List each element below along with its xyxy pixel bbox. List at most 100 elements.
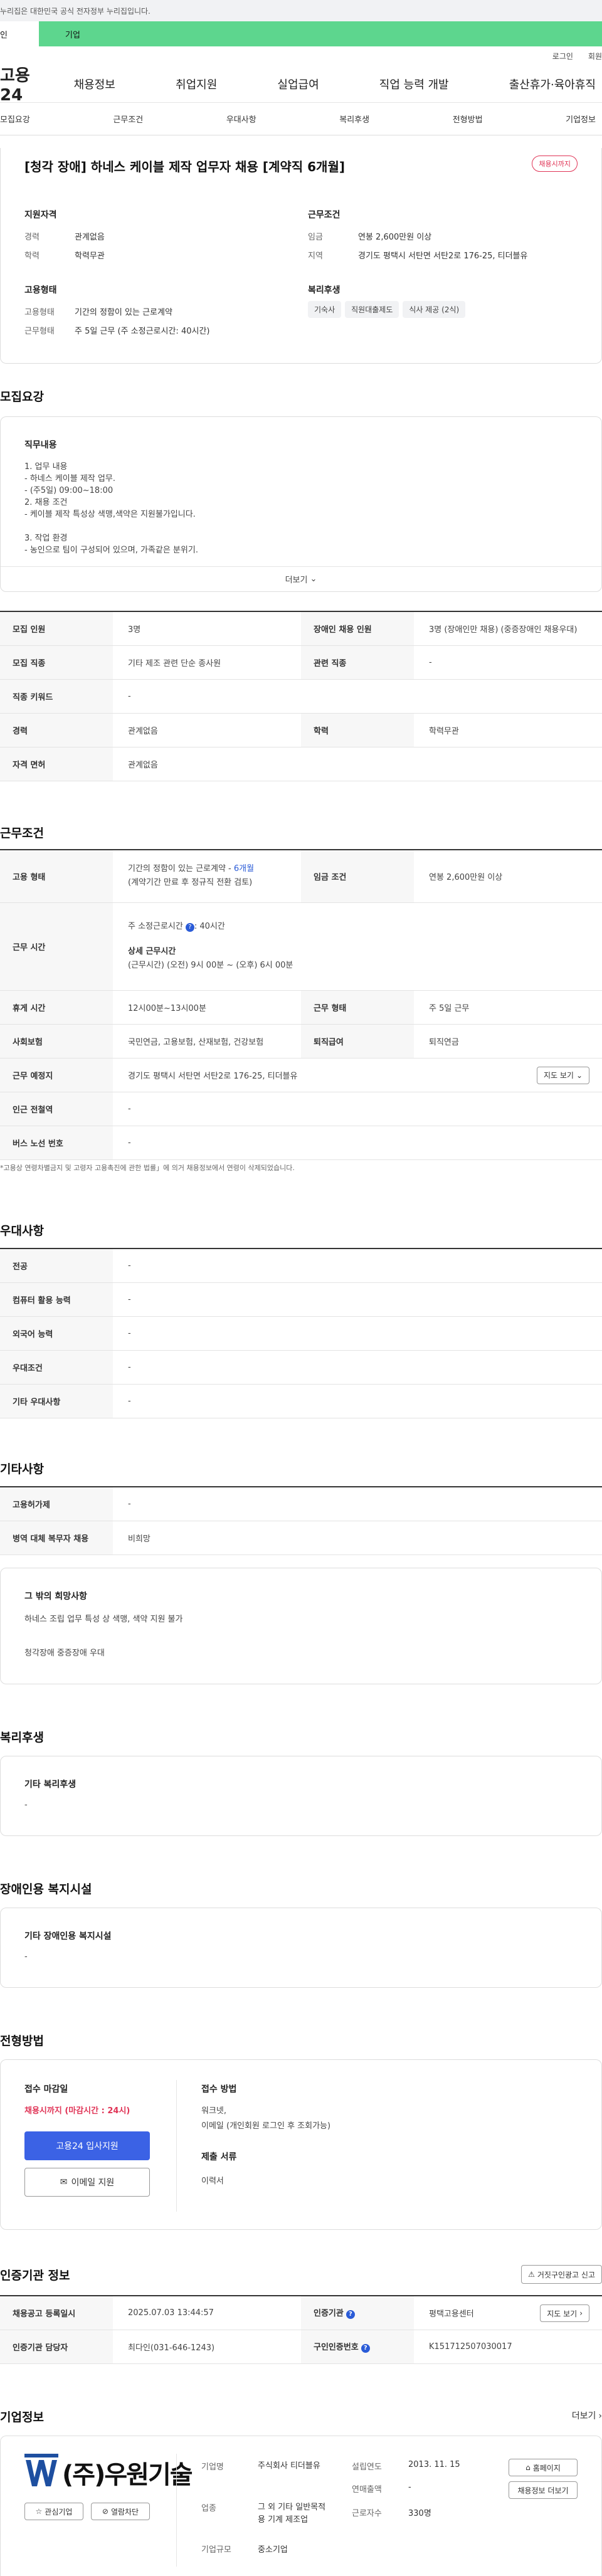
mail-icon: ✉ bbox=[60, 2177, 68, 2187]
method-line2: 이메일 (개인회원 로그인 후 조회가능) bbox=[201, 2121, 331, 2131]
job-line: 3. 작업 환경 bbox=[24, 534, 68, 543]
cert-section-title: 인증기관 정보 bbox=[0, 2269, 70, 2283]
job-line: 2. 채용 조건 bbox=[24, 498, 68, 507]
etc-section-title: 기타사항 bbox=[0, 1462, 44, 1476]
interest-label: 관심기업 bbox=[45, 2507, 73, 2516]
place-value: 경기도 평택시 서탄면 서탄2로 176-25, 티더블유 bbox=[128, 1071, 298, 1081]
table-row: 인근 전철역 - bbox=[0, 1092, 602, 1126]
job-title: [청각 장애] 하네스 케이블 제작 업무자 채용 [계약직 6개월] bbox=[24, 159, 345, 174]
table-row: 고용 형태 기간의 정함이 있는 근로계약 - 6개월 (계약기간 만료 후 정… bbox=[0, 850, 602, 903]
map-button[interactable]: 지도 보기 ⌄ bbox=[536, 1066, 589, 1084]
anchor-welfare[interactable]: 복리후생 bbox=[339, 113, 369, 125]
welfare-tag: 식사 제공 (2식) bbox=[403, 301, 466, 318]
anchor-company[interactable]: 기업정보 bbox=[566, 113, 596, 125]
cell-value: K151712507030017 bbox=[414, 2330, 602, 2364]
cert-table: 채용공고 등록일시 2025.07.03 13:44:57 인증기관? 평택고용… bbox=[0, 2295, 602, 2364]
tab-individual[interactable]: 인 bbox=[0, 21, 39, 46]
gnb-item-training[interactable]: 직업 능력 개발 bbox=[379, 76, 449, 92]
pref-section-title: 우대사항 bbox=[0, 1224, 44, 1238]
email-button-label: 이메일 지원 bbox=[71, 2178, 115, 2188]
cell-label: 직종 키워드 bbox=[0, 679, 113, 714]
info-icon[interactable]: ? bbox=[361, 2344, 370, 2353]
table-row: 버스 노선 번호 - bbox=[0, 1126, 602, 1160]
apply-button[interactable]: 고용24 입사지원 bbox=[24, 2131, 150, 2160]
company-more-link[interactable]: 더보기 › bbox=[572, 2409, 602, 2422]
section-anchor-nav: 모집요강 근무조건 우대사항 복리후생 전형방법 기업정보 bbox=[0, 103, 602, 135]
anchor-conditions[interactable]: 근무조건 bbox=[113, 113, 143, 125]
info-icon[interactable]: ? bbox=[346, 2310, 355, 2320]
report-button-label: 거짓구인광고 신고 bbox=[537, 2270, 595, 2279]
interest-button[interactable]: ☆ 관심기업 bbox=[24, 2503, 83, 2520]
apply-button-label: 고용24 입사지원 bbox=[56, 2141, 119, 2151]
gnb-item-benefit[interactable]: 실업급여 bbox=[277, 76, 319, 92]
conditions-table: 고용 형태 기간의 정함이 있는 근로계약 - 6개월 (계약기간 만료 후 정… bbox=[0, 849, 602, 1160]
table-row: 사회보험 국민연금, 고용보험, 산재보험, 건강보험 퇴직급여 퇴직연금 bbox=[0, 1024, 602, 1058]
gnb-item-jobs[interactable]: 채용정보 bbox=[74, 76, 115, 92]
cell-label: 경력 bbox=[0, 713, 113, 747]
cell-label: 관련 직종 bbox=[301, 645, 414, 680]
method-title: 접수 방법 bbox=[201, 2084, 237, 2094]
cell-label: 우대조건 bbox=[0, 1350, 113, 1385]
cell-value: 관계없음 bbox=[113, 747, 602, 781]
company-logo-text: (주)우원기술 bbox=[62, 2461, 193, 2489]
conditions-section-title: 근무조건 bbox=[0, 826, 44, 840]
recruit-section-title: 모집요강 bbox=[0, 390, 44, 404]
hope-line1: 하네스 조립 업무 특성 상 색맹, 색약 지원 불가 bbox=[24, 1615, 183, 1624]
cell-value: - bbox=[113, 1092, 602, 1126]
sales-value: - bbox=[408, 2483, 411, 2492]
docs-value: 이력서 bbox=[201, 2177, 224, 2186]
pref-table: 전공 - 컴퓨터 활용 능력 - 외국어 능력 - 우대조건 - 기타 우대사항 - bbox=[0, 1248, 602, 1418]
company-logo: (주)우원기술 bbox=[24, 2454, 193, 2491]
no-label: 구인인증번호 bbox=[314, 2343, 359, 2352]
homepage-button[interactable]: ⌂ 홈페이지 bbox=[509, 2459, 578, 2476]
cond-title: 근무조건 bbox=[308, 210, 341, 220]
anchor-preference[interactable]: 우대사항 bbox=[226, 113, 256, 125]
cell-label: 외국어 능력 bbox=[0, 1316, 113, 1351]
cell-value: 주 소정근로시간?: 40시간 상세 근무시간 (근무시간) (오전) 9시 0… bbox=[113, 902, 602, 991]
info-icon[interactable]: ? bbox=[185, 923, 194, 932]
cert-map-label: 지도 보기 bbox=[547, 2309, 578, 2318]
tab-company[interactable]: 기업 bbox=[39, 21, 80, 46]
table-row: 기타 우대사항 - bbox=[0, 1384, 602, 1418]
login-link[interactable]: 로그인 bbox=[552, 51, 573, 61]
site-logo[interactable]: 고용24 bbox=[0, 63, 46, 105]
anchor-recruit[interactable]: 모집요강 bbox=[0, 113, 30, 125]
cert-map-button[interactable]: 지도 보기 › bbox=[540, 2304, 589, 2322]
emp-title: 고용형태 bbox=[24, 285, 57, 295]
cell-label: 전공 bbox=[0, 1248, 113, 1283]
anchor-apply[interactable]: 전형방법 bbox=[453, 113, 483, 125]
gnb-item-leave[interactable]: 출산휴가·육아휴직 bbox=[509, 76, 596, 92]
company-section-title: 기업정보 bbox=[0, 2410, 44, 2424]
table-row: 인증기관 담당자 최다인(031-646-1243) 구인인증번호? K1517… bbox=[0, 2330, 602, 2364]
cell-value: - bbox=[113, 679, 602, 714]
join-link[interactable]: 회원 bbox=[588, 51, 602, 61]
company-jobs-button[interactable]: 채용정보 더보기 bbox=[509, 2481, 578, 2499]
chevron-down-icon: ⌄ bbox=[310, 574, 317, 584]
block-icon: ⊘ bbox=[102, 2507, 108, 2516]
edu-value: 학력무관 bbox=[75, 251, 105, 261]
home-icon: ⌂ bbox=[525, 2463, 531, 2472]
size-label: 기업규모 bbox=[201, 2545, 231, 2555]
welfare-box-title: 기타 복리후생 bbox=[24, 1780, 77, 1790]
emptype-value: 기간의 정함이 있는 근로계약 bbox=[75, 308, 172, 317]
cell-value: - bbox=[113, 1350, 602, 1385]
report-button[interactable]: ⚠ 거짓구인광고 신고 bbox=[521, 2265, 602, 2284]
email-apply-button[interactable]: ✉ 이메일 지원 bbox=[24, 2168, 150, 2197]
gnb-item-support[interactable]: 취업지원 bbox=[176, 76, 217, 92]
block-button[interactable]: ⊘ 열람차단 bbox=[91, 2503, 150, 2520]
cell-value: 3명 (장애인만 채용) (중증장애인 채용우대) bbox=[414, 611, 602, 646]
cell-label: 버스 노선 번호 bbox=[0, 1126, 113, 1160]
emp-count-label: 근로자수 bbox=[352, 2509, 382, 2518]
table-row: 자격 면허 관계없음 bbox=[0, 747, 602, 781]
company-divider bbox=[176, 2454, 177, 2567]
more-button[interactable]: 더보기 ⌄ bbox=[1, 566, 601, 591]
table-row: 모집 인원 3명 장애인 채용 인원 3명 (장애인만 채용) (중증장애인 채… bbox=[0, 611, 602, 646]
table-row: 휴게 시간 12시00분~13시00분 근무 형태 주 5일 근무 bbox=[0, 990, 602, 1025]
job-line: 1. 업무 내용 bbox=[24, 462, 68, 472]
cell-value: 평택고용센터 지도 보기 › bbox=[414, 2296, 602, 2330]
deadline-value: 채용시까지 (마감시간 : 24시) bbox=[24, 2106, 130, 2116]
cell-value: 관계없음 bbox=[113, 713, 301, 747]
table-row: 병역 대체 복무자 채용 비희망 bbox=[0, 1521, 602, 1555]
table-row: 근무 예정지 경기도 평택시 서탄면 서탄2로 176-25, 티더블유 지도 … bbox=[0, 1058, 602, 1092]
emp-value: 기간의 정함이 있는 근로계약 - bbox=[128, 864, 234, 874]
